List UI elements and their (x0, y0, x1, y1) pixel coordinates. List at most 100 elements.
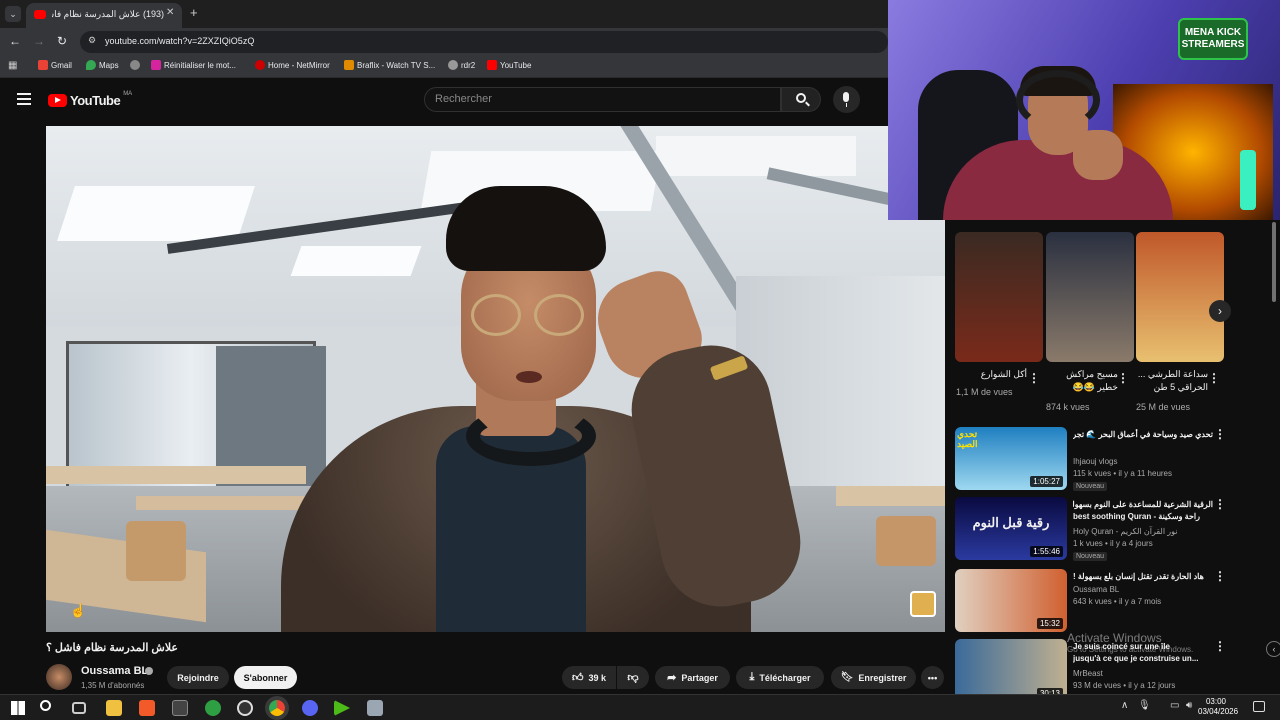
bookmark-label: Maps (99, 60, 119, 70)
channel-name[interactable]: Oussama BL (81, 665, 148, 677)
app-icon[interactable] (367, 700, 383, 716)
recommendations-sidebar: › أكل الشوارع 1,1 M de vues ⋮ مسيح مراكش… (945, 220, 1280, 698)
video-duration: 15:32 (1036, 618, 1063, 629)
notifications-icon[interactable] (1253, 701, 1265, 712)
tab-search-button[interactable]: ⌄ (5, 6, 21, 22)
back-icon[interactable]: ← (9, 34, 21, 48)
game-launcher-icon[interactable] (334, 700, 350, 716)
video-thumbnail: رقية قبل النوم 1:55:46 (955, 497, 1067, 560)
share-button[interactable]: ➦ Partager (655, 666, 730, 689)
xbox-icon[interactable] (205, 700, 221, 716)
short-thumbnail[interactable] (1136, 232, 1224, 362)
short-title[interactable]: سداعة الطرشي ... الحراقي 5 طن (1136, 368, 1208, 394)
globe-icon (130, 60, 140, 70)
store-icon[interactable] (172, 700, 188, 716)
tab-close-icon[interactable]: ✕ (166, 7, 174, 18)
bookmark-globe[interactable] (130, 60, 140, 70)
video-thumbnail: 30:13 (955, 639, 1067, 698)
download-button[interactable]: ⤓ Télécharger (736, 666, 824, 689)
site-info-icon[interactable]: ⚙ (88, 35, 96, 46)
tray-overflow-icon[interactable]: ∧ (1121, 700, 1128, 711)
ceiling-light (656, 136, 856, 176)
more-actions-button[interactable]: ••• (921, 666, 944, 689)
video-more-icon[interactable]: ⋮ (1214, 497, 1226, 511)
reload-icon[interactable]: ↻ (57, 34, 67, 48)
bookmark-maps[interactable]: Maps (86, 60, 119, 70)
channel-avatar[interactable] (46, 664, 72, 690)
video-meta: 1 k vues • il y a 4 jours (1073, 539, 1153, 548)
bookmark-braflix[interactable]: Braflix - Watch TV S... (344, 60, 435, 70)
bookmark-netmirror[interactable]: Home - NetMirror (255, 60, 330, 70)
activate-windows-watermark: Activate Windows Go to Settings to activ… (1067, 631, 1193, 654)
bookmark-gmail[interactable]: Gmail (38, 60, 72, 70)
microphone-icon (843, 92, 849, 102)
download-label: Télécharger (759, 672, 811, 683)
short-title[interactable]: أكل الشوارع (955, 368, 1027, 381)
brave-icon[interactable] (139, 700, 155, 716)
subscribe-button[interactable]: S'abonner (234, 666, 297, 689)
short-more-icon[interactable]: ⋮ (1028, 371, 1040, 385)
short-views: 25 M de vues (1136, 402, 1191, 412)
thumbnail-text: تحدي الصيد (957, 429, 978, 449)
task-view-icon[interactable] (72, 702, 86, 714)
download-icon: ⤓ (749, 671, 755, 683)
youtube-logo[interactable]: YouTube MA (48, 91, 132, 108)
channel-name: Holy Quran - نور القرآن الكريم (1073, 527, 1178, 536)
apps-grid-icon[interactable]: ▦ (8, 60, 17, 71)
rdr2-icon (448, 60, 458, 70)
video-more-icon[interactable]: ⋮ (1214, 569, 1226, 583)
discord-icon[interactable] (302, 700, 318, 716)
video-title: هاد الحارة تقدر تقتل إنسان بلع بسهولة ! (1073, 572, 1204, 581)
menu-icon[interactable] (17, 93, 31, 105)
chrome-icon[interactable] (269, 700, 285, 716)
volume-icon[interactable]: 🔊︎ (1186, 700, 1192, 711)
forward-icon[interactable]: → (33, 34, 45, 48)
short-more-icon[interactable]: ⋮ (1208, 371, 1220, 385)
file-explorer-icon[interactable] (106, 700, 122, 716)
video-player[interactable]: ☝ (46, 126, 945, 632)
clock[interactable]: 03:00 03/04/2026 (1198, 697, 1238, 717)
short-thumbnail[interactable] (955, 232, 1043, 362)
verified-icon (145, 667, 153, 675)
search-input[interactable]: Rechercher (424, 87, 781, 112)
address-bar[interactable]: ⚙ youtube.com/watch?v=2ZXZIQiO5zQ (80, 31, 888, 53)
like-count: 39 k (588, 672, 607, 683)
video-more-icon[interactable]: ⋮ (1214, 639, 1226, 653)
bookmark-rdr2[interactable]: rdr2 (448, 60, 475, 70)
dislike-button[interactable]: 👎︎ (617, 666, 649, 689)
windows-start-icon[interactable] (11, 701, 25, 715)
maps-icon (86, 60, 96, 70)
like-button[interactable]: 👍︎ 39 k (562, 666, 616, 689)
shorts-next-button[interactable]: › (1209, 300, 1231, 322)
sidebar-scrollbar[interactable] (1272, 222, 1276, 302)
webcam-headset (1016, 70, 1100, 130)
side-arrow-button[interactable]: ‹ (1266, 641, 1280, 657)
tab-title: (193) علاش المدرسة نظام فاشل (52, 9, 164, 19)
share-label: Partager (681, 672, 718, 683)
short-more-icon[interactable]: ⋮ (1117, 371, 1129, 385)
recommended-video[interactable]: تحدي الصيد 1:05:27 تحدي صيد وسياحة في أع… (955, 427, 1215, 491)
windows-taskbar: ∧ 🎙︎ ▭ 🔊︎ 03:00 03/04/2026 (0, 694, 1280, 720)
video-title: الرقية الشرعية للمساعدة على النوم بسهولة (1073, 500, 1213, 509)
steam-icon[interactable] (237, 700, 253, 716)
network-icon[interactable]: ▭ (1170, 700, 1179, 711)
save-button[interactable]: 🔖︎ Enregistrer (831, 666, 916, 689)
bookmark-youtube[interactable]: YouTube (487, 60, 531, 70)
voice-search-button[interactable] (833, 86, 860, 113)
webcam-hand (1073, 130, 1123, 180)
new-tab-icon[interactable]: + (190, 5, 198, 20)
browser-tab[interactable]: (193) علاش المدرسة نظام فاشل ✕ (26, 3, 182, 28)
channel-watermark-avatar[interactable] (910, 591, 936, 617)
short-thumbnail[interactable] (1046, 232, 1134, 362)
channel-name: Oussama BL (1073, 585, 1120, 594)
video-more-icon[interactable]: ⋮ (1214, 427, 1226, 441)
recommended-video[interactable]: رقية قبل النوم 1:55:46 الرقية الشرعية لل… (955, 497, 1215, 561)
recommended-video[interactable]: 15:32 هاد الحارة تقدر تقتل إنسان بلع بسه… (955, 569, 1215, 633)
bookmark-instagram[interactable]: Réinitialiser le mot... (151, 60, 236, 70)
search-button[interactable] (781, 87, 821, 112)
short-title[interactable]: مسيح مراكش خطير 😂😂 (1046, 368, 1118, 394)
search-icon[interactable] (40, 700, 51, 711)
bookmark-label: Braflix - Watch TV S... (357, 60, 436, 70)
join-button[interactable]: Rejoindre (167, 666, 229, 689)
microphone-tray-icon[interactable]: 🎙︎ (1138, 700, 1151, 711)
